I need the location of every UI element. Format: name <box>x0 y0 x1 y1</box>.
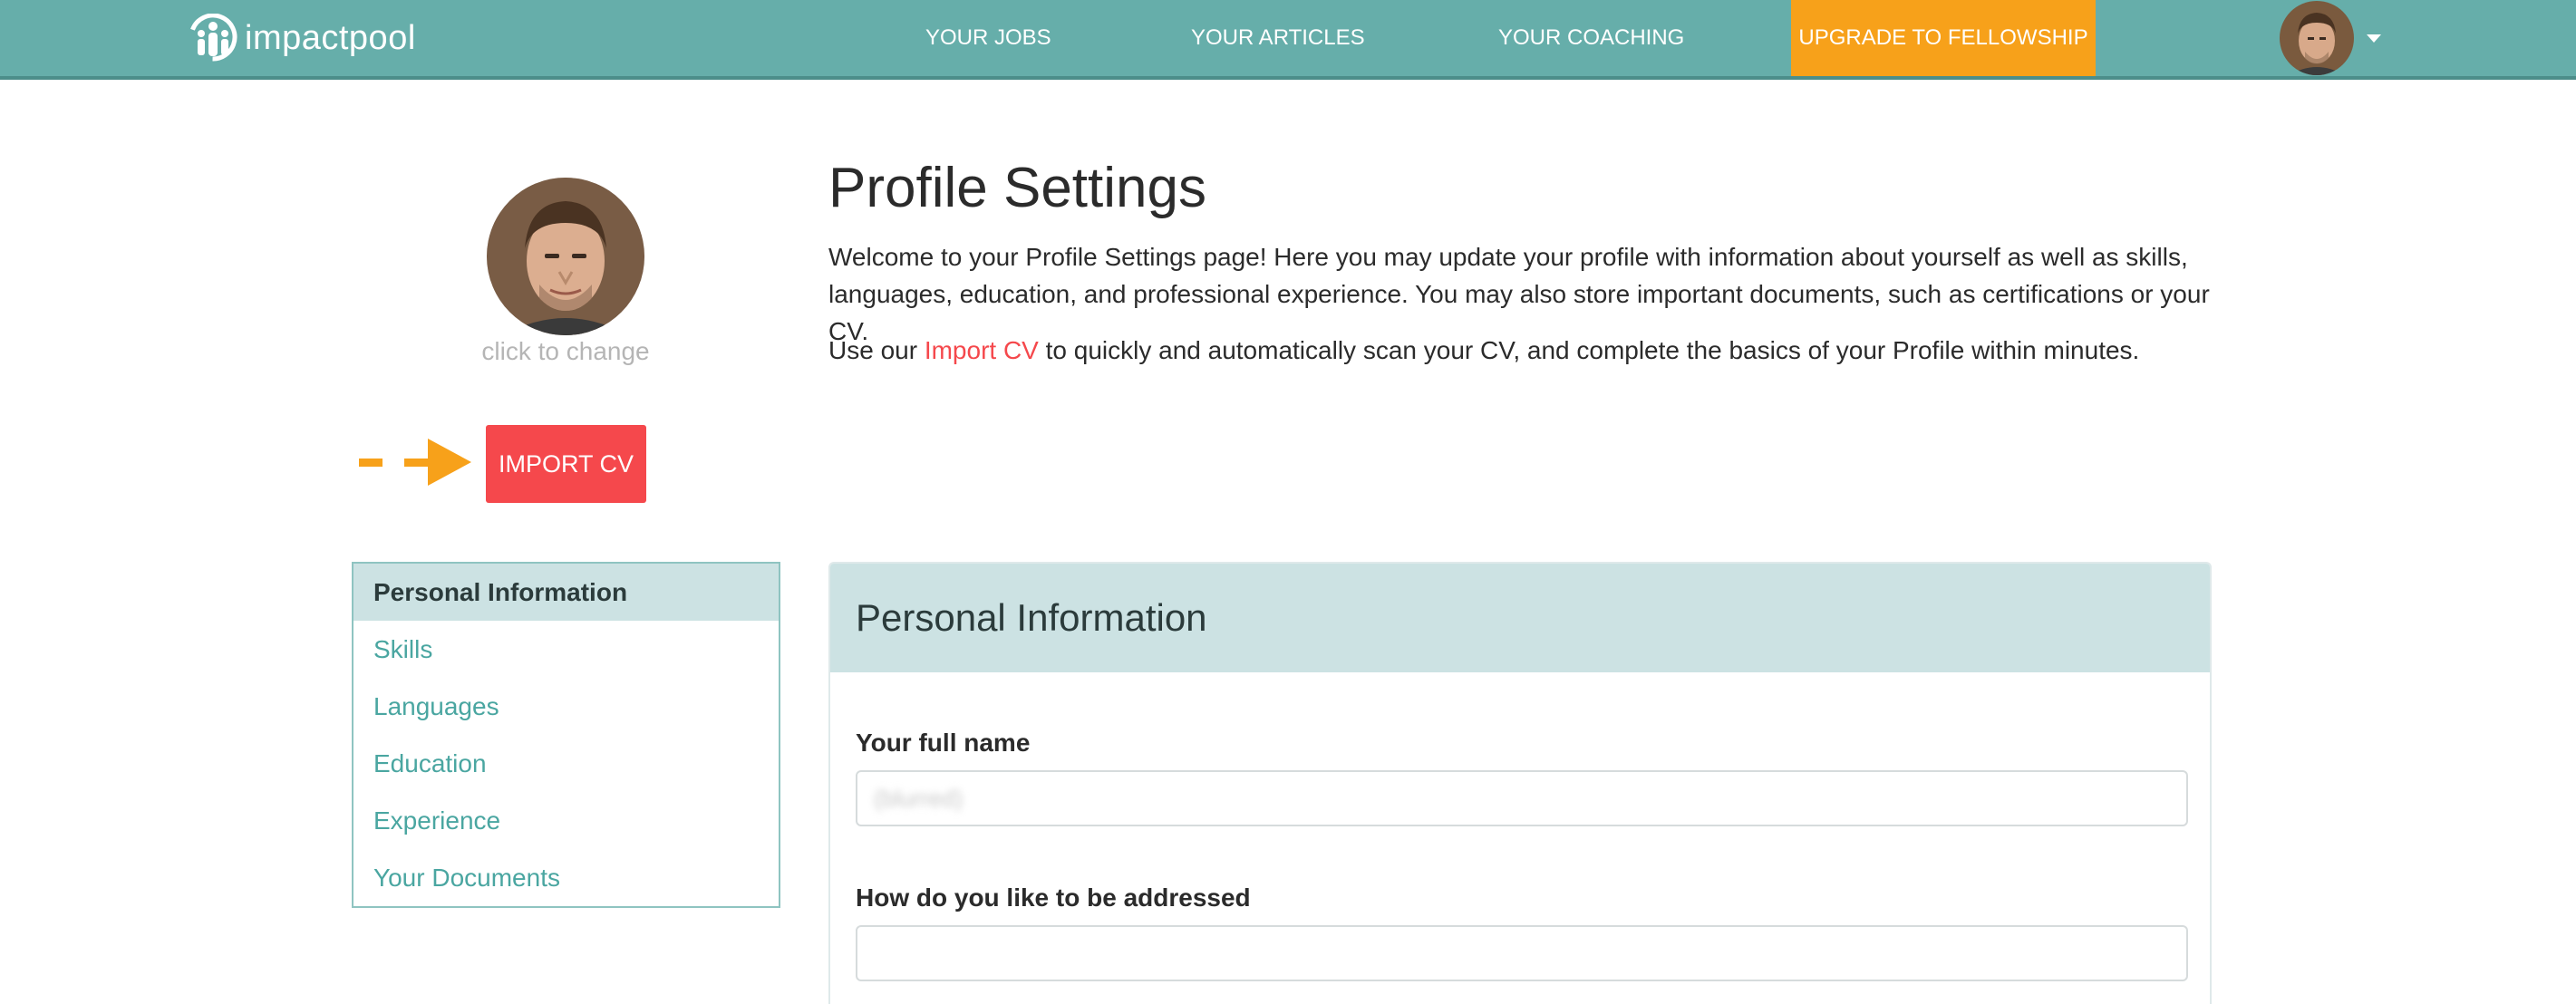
nav-your-articles[interactable]: YOUR ARTICLES <box>1191 0 1365 76</box>
arrow-head <box>428 439 471 486</box>
import-hint-suffix: to quickly and automatically scan your C… <box>1038 336 2140 364</box>
nav-your-coaching[interactable]: YOUR COACHING <box>1498 0 1684 76</box>
full-name-label: Your full name <box>856 729 1031 757</box>
import-cv-hint: Use our Import CV to quickly and automat… <box>828 332 2215 369</box>
import-cv-button[interactable]: IMPORT CV <box>486 425 646 503</box>
nav-your-jobs[interactable]: YOUR JOBS <box>925 0 1051 76</box>
side-nav-experience[interactable]: Experience <box>353 792 779 849</box>
profile-side-nav: Personal Information Skills Languages Ed… <box>352 562 780 908</box>
panel-title: Personal Information <box>830 564 2210 672</box>
full-name-value: (blurred) <box>874 785 964 812</box>
side-nav-personal-information[interactable]: Personal Information <box>353 564 779 621</box>
brand-logo[interactable]: impactpool <box>187 13 416 63</box>
user-avatar <box>2280 1 2354 75</box>
full-name-input[interactable]: (blurred) <box>856 770 2188 826</box>
brand-name: impactpool <box>245 18 416 57</box>
profile-avatar[interactable] <box>487 178 644 335</box>
side-nav-languages[interactable]: Languages <box>353 678 779 735</box>
upgrade-fellowship-button[interactable]: UPGRADE TO FELLOWSHIP <box>1791 0 2096 76</box>
side-nav-your-documents[interactable]: Your Documents <box>353 849 779 906</box>
user-menu[interactable] <box>2280 0 2381 76</box>
import-cv-link[interactable]: Import CV <box>925 336 1039 364</box>
side-nav-education[interactable]: Education <box>353 735 779 792</box>
arrow-dash <box>359 459 383 467</box>
caret-down-icon <box>2367 34 2381 43</box>
address-preference-label: How do you like to be addressed <box>856 883 1251 912</box>
side-nav-skills[interactable]: Skills <box>353 621 779 678</box>
page-title: Profile Settings <box>828 157 1206 219</box>
top-navbar: impactpool YOUR JOBS YOUR ARTICLES YOUR … <box>0 0 2576 80</box>
logo-people-icon <box>189 14 237 62</box>
avatar-caption[interactable]: click to change <box>430 337 702 366</box>
import-hint-prefix: Use our <box>828 336 925 364</box>
personal-information-panel: Personal Information Your full name (blu… <box>828 562 2212 1004</box>
address-preference-input[interactable] <box>856 925 2188 981</box>
